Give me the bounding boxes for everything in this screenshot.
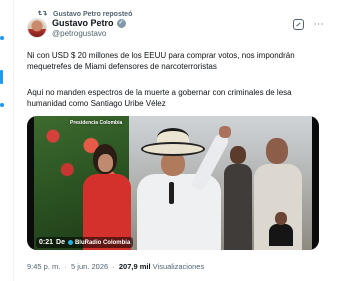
video-info-overlay: 0:21 De BluRadio Colombia [36, 237, 134, 248]
video-frame: Presidencia Colombia [34, 116, 312, 250]
left-nav-rail [0, 0, 14, 281]
channel-logo: Presidencia Colombia [70, 120, 123, 126]
video-source-badge[interactable]: BluRadio Colombia [67, 239, 131, 246]
video-person-background [224, 146, 252, 250]
meta-separator: · [112, 262, 115, 271]
microphone [169, 182, 174, 204]
video-player[interactable]: Presidencia Colombia [27, 116, 319, 250]
grok-icon[interactable] [292, 19, 304, 30]
author-name[interactable]: Gustavo Petro [52, 18, 114, 28]
bluradio-logo-icon [67, 240, 73, 245]
author-info: Gustavo Petro ✓ @petrogustavo [52, 18, 126, 39]
nav-indicator-dot [0, 36, 4, 40]
views-label: Visualizaciones [152, 262, 205, 271]
author-handle[interactable]: @petrogustavo [52, 29, 126, 39]
more-options-icon[interactable]: ⋯ [314, 19, 325, 30]
repost-label[interactable]: Gustavo Petro reposteó [53, 11, 132, 18]
author-avatar[interactable] [27, 18, 47, 38]
tweet-date[interactable]: 5 jun. 2026 [71, 262, 108, 271]
video-duration: 0:21 [39, 239, 54, 246]
meta-separator: · [64, 262, 67, 271]
sign-language-interpreter [269, 212, 293, 246]
nav-indicator-dot [0, 103, 4, 107]
tweet-actions-top: ⋯ [292, 19, 325, 30]
video-source-prefix: De [56, 239, 65, 246]
video-source-name: BluRadio Colombia [74, 239, 131, 246]
verified-badge-icon: ✓ [116, 18, 126, 28]
tweet-text-paragraph-1: Ni con USD $ 20 millones de los EEUU par… [27, 51, 295, 71]
tweet-time[interactable]: 9:45 p. m. [27, 262, 60, 271]
video-person-woman [79, 144, 135, 250]
tweet-meta: 9:45 p. m. · 5 jun. 2026 · 207,9 mil Vis… [27, 262, 204, 271]
view-count: 207,9 mil [118, 262, 151, 271]
nav-indicator-bar[interactable] [0, 70, 3, 84]
tweet-text-paragraph-2: Aquí no manden espectros de la muerte a … [27, 88, 292, 108]
